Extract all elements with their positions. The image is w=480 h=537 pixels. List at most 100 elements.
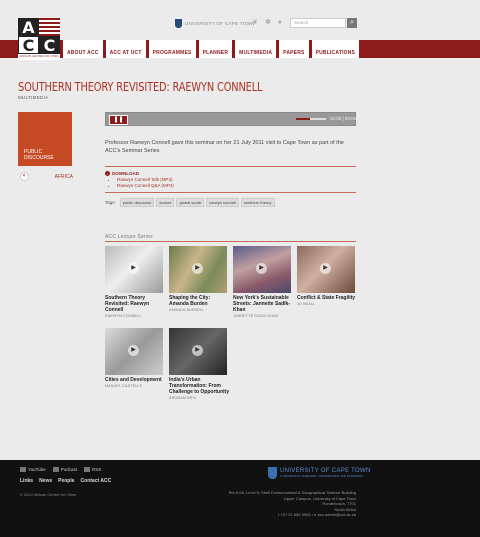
play-icon: ▶	[128, 345, 139, 356]
rss-label: RSS	[91, 467, 102, 472]
play-icon: ▶	[192, 263, 203, 274]
time-readout: 00:00 | 00:00	[330, 116, 357, 121]
lecture-card[interactable]: ▶ Southern Theory Revisited: Raewyn Conn…	[105, 246, 165, 318]
region-link[interactable]: ◐ AFRICA	[18, 172, 73, 184]
africa-map-icon: ♠	[278, 19, 282, 26]
footer-link-links[interactable]: Links	[20, 478, 33, 484]
tag-list: Tags: public discourse lecture global so…	[105, 198, 275, 207]
youtube-link[interactable]: YouTube	[20, 467, 46, 473]
download-list: Raewyn Connell Talk (MP3) Raewyn Connell…	[112, 177, 174, 189]
lecture-author: JANNETTE SADIK-KHAN	[233, 314, 279, 318]
lecture-thumbnail[interactable]: ▶	[169, 328, 227, 375]
audio-player: ❚❚ 00:00 | 00:00	[105, 112, 356, 126]
description-text: Professor Raewyn Connell gave this semin…	[105, 140, 344, 154]
lecture-title[interactable]: India's Urban Transformation: From Chall…	[169, 377, 231, 395]
footer-link-contact[interactable]: Contact ACC	[81, 478, 112, 484]
logo-letter-c1: C	[18, 36, 39, 55]
progress-bar[interactable]	[296, 118, 326, 120]
nav-multimedia[interactable]: MULTIMEDIA	[234, 40, 277, 58]
youtube-label: YouTube	[28, 467, 46, 472]
uct-header-label: UNIVERSITY OF CAPE TOWN	[185, 20, 255, 26]
uct-header-logo[interactable]: UNIVERSITY OF CAPE TOWN	[175, 18, 255, 28]
tag-global-south[interactable]: global south	[176, 198, 205, 207]
tag-raewyn-connell[interactable]: raewyn connell	[206, 198, 239, 207]
lecture-thumbnail[interactable]: ▶	[297, 246, 355, 293]
rss-icon	[83, 467, 90, 473]
lecture-author: RAEWYN CONNELL	[105, 314, 142, 318]
pause-icon: ❚❚	[113, 117, 124, 123]
lecture-thumbnail[interactable]: ▶	[105, 328, 163, 375]
copyright: © 2012 African Centre for Cities	[20, 492, 77, 497]
pause-button[interactable]: ❚❚	[109, 115, 128, 125]
lecture-card[interactable]: ▶ India's Urban Transformation: From Cha…	[169, 328, 229, 400]
lecture-title[interactable]: Shaping the City: Amanda Burden	[169, 295, 231, 307]
podcast-icon	[52, 467, 59, 473]
search-button[interactable]: ⌕	[347, 18, 357, 28]
footer-address: Rm 5.06, Level 5, Shell Environmental & …	[200, 490, 356, 518]
podcast-link[interactable]: Podcast	[52, 467, 77, 473]
tags-label: Tags:	[105, 200, 116, 205]
download-heading: ↓ DOWNLOAD	[105, 171, 139, 176]
address-contact[interactable]: t +27 21 650 5903 • e acc-admin@uct.ac.z…	[200, 512, 356, 518]
lecture-thumbnail[interactable]: ▶	[169, 246, 227, 293]
uct-footer-tagline: IYUNIVESITHI YASEKAPA • UNIVERSITEIT VAN…	[280, 474, 363, 478]
lecture-card[interactable]: ▶ Shaping the City: Amanda Burden AMANDA…	[169, 246, 229, 312]
logo-letter-a: A	[18, 18, 39, 37]
logo-stripes	[39, 18, 60, 36]
fern-icon: ❦	[252, 19, 258, 26]
uct-shield-icon	[175, 18, 182, 28]
category-thumbnail[interactable]: PUBLIC DISCOURSE	[18, 112, 72, 166]
nav-about-acc[interactable]: ABOUT ACC	[62, 40, 103, 58]
lecture-title[interactable]: Southern Theory Revisited: Raewyn Connel…	[105, 295, 167, 313]
play-icon: ▶	[192, 345, 203, 356]
nav-acc-at-uct[interactable]: ACC AT UCT	[104, 40, 146, 58]
search-icon: ⌕	[350, 19, 354, 26]
lecture-author: JO BEALL	[297, 302, 316, 306]
search-input[interactable]: Search	[290, 18, 346, 28]
footer-link-people[interactable]: People	[58, 478, 74, 484]
lecture-thumbnail[interactable]: ▶	[233, 246, 291, 293]
logo-letter-c2: C	[39, 36, 60, 55]
nav-publications[interactable]: PUBLICATIONS	[310, 40, 360, 58]
lecture-title[interactable]: Cities and Development	[105, 377, 167, 383]
play-icon: ▶	[256, 263, 267, 274]
uct-footer-logo[interactable]: UNIVERSITY OF CAPE TOWN IYUNIVESITHI YAS…	[268, 467, 371, 479]
uct-shield-icon	[268, 467, 277, 479]
podcast-label: Podcast	[60, 467, 77, 472]
partner-icons: ❦ ✽ ♠	[252, 18, 285, 27]
divider	[105, 241, 356, 242]
leaf-icon: ✽	[265, 19, 271, 26]
main-nav: ABOUT ACC ACC AT UCT PROGRAMMES PLANNER …	[62, 40, 361, 58]
tag-southern-theory[interactable]: southern theory	[240, 198, 275, 207]
progress-fill	[296, 118, 310, 120]
footer-link-news[interactable]: News	[39, 478, 52, 484]
rss-link[interactable]: RSS	[83, 467, 102, 473]
lecture-card[interactable]: ▶ Conflict & State Fragility JO BEALL	[297, 246, 357, 306]
nav-papers[interactable]: PAPERS	[278, 40, 309, 58]
download-heading-label: DOWNLOAD	[112, 171, 139, 176]
globe-icon: ◐	[20, 172, 29, 181]
tag-public-discourse[interactable]: public discourse	[119, 198, 155, 207]
lecture-author: MANUEL CASTELLS	[105, 384, 143, 388]
lecture-author: ARONAM REVI	[169, 396, 197, 400]
social-links: YouTube Podcast RSS	[20, 467, 102, 473]
nav-programmes[interactable]: PROGRAMMES	[147, 40, 196, 58]
lecture-author: AMANDA BURDEN	[169, 308, 203, 312]
logo-subtitle: AFRICAN CENTRE FOR CITIES	[19, 55, 59, 58]
acc-logo[interactable]: A C C AFRICAN CENTRE FOR CITIES	[18, 18, 60, 60]
lecture-card[interactable]: ▶ Cities and Development MANUEL CASTELLS	[105, 328, 165, 388]
footer-links: Links News People Contact ACC	[20, 478, 111, 484]
thumbnail-label: PUBLIC DISCOURSE	[24, 149, 54, 161]
page-title: SOUTHERN THEORY REVISITED: RAEWYN CONNEL…	[18, 80, 263, 94]
lecture-title[interactable]: Conflict & State Fragility	[297, 295, 359, 301]
divider	[105, 166, 356, 167]
nav-planner[interactable]: PLANNER	[197, 40, 233, 58]
download-link-qa[interactable]: Raewyn Connell Q&A (MP3)	[117, 183, 174, 189]
region-label: AFRICA	[54, 174, 73, 180]
page-category[interactable]: MULTIMEDIA	[18, 95, 48, 100]
lecture-title[interactable]: New York's Sustainable Streets: Jannette…	[233, 295, 295, 313]
lecture-thumbnail[interactable]: ▶	[105, 246, 163, 293]
lecture-card[interactable]: ▶ New York's Sustainable Streets: Jannet…	[233, 246, 293, 318]
tag-lecture[interactable]: lecture	[156, 198, 175, 207]
divider	[105, 192, 356, 193]
